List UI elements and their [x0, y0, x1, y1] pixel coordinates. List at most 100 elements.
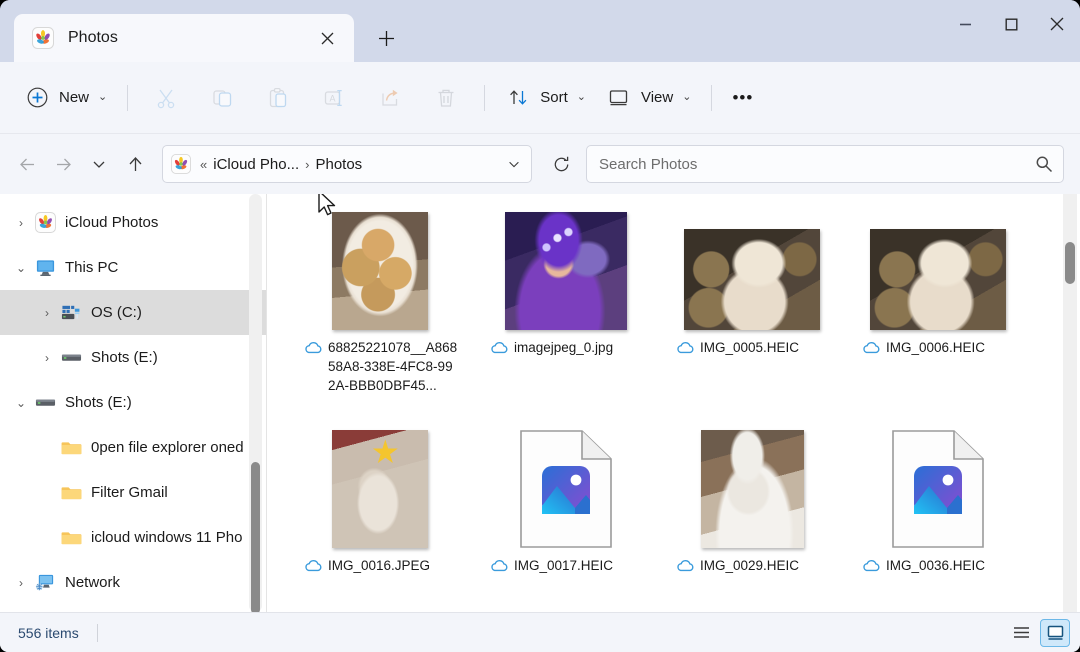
chevron-down-icon[interactable]: ⌄	[8, 397, 34, 409]
this-pc-icon	[34, 257, 56, 279]
search-input[interactable]	[599, 155, 1035, 173]
sidebar-item-filter-gmail[interactable]: Filter Gmail	[0, 470, 266, 515]
folder-tree: › iCloud Photos ⌄ This PC › OS (C:) › Sh…	[0, 200, 266, 605]
file-item[interactable]: IMG_0036.HEIC	[845, 418, 1031, 612]
plus-circle-icon	[24, 85, 50, 111]
breadcrumb-icloud-photos[interactable]: iCloud Pho...	[209, 153, 303, 176]
large-icons-view-icon	[1047, 625, 1063, 640]
search-box[interactable]	[586, 145, 1064, 183]
file-thumbnail	[700, 430, 804, 548]
file-item[interactable]: IMG_0029.HEIC	[659, 418, 845, 612]
maximize-button[interactable]	[988, 0, 1034, 48]
rename-icon: A	[316, 85, 352, 111]
sidebar-item-label: Network	[65, 574, 121, 591]
file-list-pane[interactable]: 68825221078__A86858A8-338E-4FC8-992A-BBB…	[267, 194, 1080, 612]
back-button[interactable]	[10, 147, 44, 181]
chevron-right-icon[interactable]: ›	[8, 577, 34, 589]
file-name-row: IMG_0006.HEIC	[858, 338, 1018, 357]
see-more-button[interactable]: •••	[722, 79, 763, 117]
breadcrumb-overflow[interactable]: «	[200, 157, 207, 172]
drive-icon	[60, 347, 82, 369]
rename-button[interactable]: A	[306, 79, 362, 117]
title-bar: Photos	[0, 0, 1080, 62]
file-item-inner: IMG_0016.JPEG	[291, 426, 469, 577]
file-grid: 68825221078__A86858A8-338E-4FC8-992A-BBB…	[267, 194, 1080, 612]
sidebar-item-os-c[interactable]: › OS (C:)	[0, 290, 266, 335]
file-thumbnail	[684, 212, 820, 330]
sidebar-item-shots-e[interactable]: › Shots (E:)	[0, 335, 266, 380]
scissors-icon	[148, 85, 184, 111]
address-dropdown-button[interactable]	[501, 149, 527, 179]
folder-icon	[60, 482, 82, 504]
refresh-icon	[554, 156, 568, 171]
file-item-inner: 68825221078__A86858A8-338E-4FC8-992A-BBB…	[291, 208, 469, 397]
sidebar-item-icloud-photos[interactable]: › iCloud Photos	[0, 200, 266, 245]
breadcrumb-photos[interactable]: Photos	[311, 153, 366, 176]
view-button[interactable]: View ⌄	[596, 79, 701, 117]
paste-button[interactable]	[250, 79, 306, 117]
chevron-right-icon[interactable]: ›	[34, 307, 60, 319]
toolbar-divider-1	[127, 84, 129, 111]
search-icon[interactable]	[1035, 155, 1053, 173]
tab-photos[interactable]: Photos	[14, 14, 354, 62]
file-thumbnail	[505, 212, 627, 330]
sidebar-item-0pen-file-explorer-oned[interactable]: 0pen file explorer oned	[0, 425, 266, 470]
window-close-button[interactable]	[1034, 0, 1080, 48]
refresh-button[interactable]	[544, 147, 578, 181]
chevron-down-icon	[93, 161, 105, 168]
file-item[interactable]: IMG_0005.HEIC	[659, 200, 845, 418]
details-view-toggle[interactable]	[1006, 619, 1036, 647]
close-icon[interactable]	[312, 23, 342, 53]
file-item[interactable]: IMG_0017.HEIC	[473, 418, 659, 612]
file-item[interactable]: IMG_0016.JPEG	[287, 418, 473, 612]
forward-button[interactable]	[46, 147, 80, 181]
file-item-inner: IMG_0029.HEIC	[663, 426, 841, 577]
content-scrollbar-thumb[interactable]	[1065, 242, 1075, 284]
file-name-label: IMG_0029.HEIC	[700, 558, 800, 573]
cut-button[interactable]	[138, 79, 194, 117]
copy-button[interactable]	[194, 79, 250, 117]
large-icons-view-toggle[interactable]	[1040, 618, 1070, 647]
sidebar-scrollbar[interactable]	[249, 194, 262, 612]
new-tab-button[interactable]	[366, 18, 406, 58]
share-button[interactable]	[362, 79, 418, 117]
os-drive-icon	[60, 302, 82, 324]
up-button[interactable]	[118, 147, 152, 181]
sidebar-item-this-pc[interactable]: ⌄ This PC	[0, 245, 266, 290]
new-button[interactable]: New ⌄	[14, 79, 117, 117]
delete-button[interactable]	[418, 79, 474, 117]
copy-icon	[204, 85, 240, 111]
sidebar-item-network[interactable]: › Network	[0, 560, 266, 605]
chevron-down-icon: ⌄	[98, 91, 108, 103]
file-item[interactable]: IMG_0006.HEIC	[845, 200, 1031, 418]
file-name-row: 68825221078__A86858A8-338E-4FC8-992A-BBB…	[300, 338, 460, 395]
sort-arrows-icon	[505, 85, 531, 111]
sidebar-item-icloud-windows-11-pho[interactable]: icloud windows 11 Pho	[0, 515, 266, 560]
cloud-icon	[490, 340, 509, 356]
chevron-right-icon[interactable]: ›	[8, 217, 34, 229]
file-name-label: IMG_0005.HEIC	[700, 340, 800, 355]
view-toggle-group	[1006, 618, 1070, 647]
command-bar: New ⌄ A Sort ⌄ View ⌄ •••	[0, 62, 1080, 134]
sidebar-item-shots-e[interactable]: ⌄ Shots (E:)	[0, 380, 266, 425]
sort-button[interactable]: Sort ⌄	[495, 79, 596, 117]
monitor-icon	[606, 85, 632, 111]
chevron-right-icon[interactable]: ›	[34, 352, 60, 364]
recent-locations-button[interactable]	[82, 147, 116, 181]
sidebar-item-label: This PC	[65, 259, 119, 276]
navigation-pane[interactable]: › iCloud Photos ⌄ This PC › OS (C:) › Sh…	[0, 194, 266, 612]
cloud-icon	[304, 340, 323, 356]
file-item[interactable]: 68825221078__A86858A8-338E-4FC8-992A-BBB…	[287, 200, 473, 418]
chevron-down-icon[interactable]: ⌄	[8, 262, 34, 274]
cloud-icon	[490, 558, 509, 574]
address-bar[interactable]: « iCloud Pho... › Photos	[162, 145, 532, 183]
minimize-button[interactable]	[942, 0, 988, 48]
explorer-body: › iCloud Photos ⌄ This PC › OS (C:) › Sh…	[0, 194, 1080, 612]
file-name-label: imagejpeg_0.jpg	[514, 340, 614, 355]
file-item[interactable]: imagejpeg_0.jpg	[473, 200, 659, 418]
cloud-icon	[676, 340, 695, 356]
content-scrollbar[interactable]	[1063, 194, 1077, 612]
plus-icon	[378, 30, 394, 46]
sidebar-scrollbar-thumb[interactable]	[251, 462, 260, 612]
cloud-icon	[676, 558, 695, 574]
